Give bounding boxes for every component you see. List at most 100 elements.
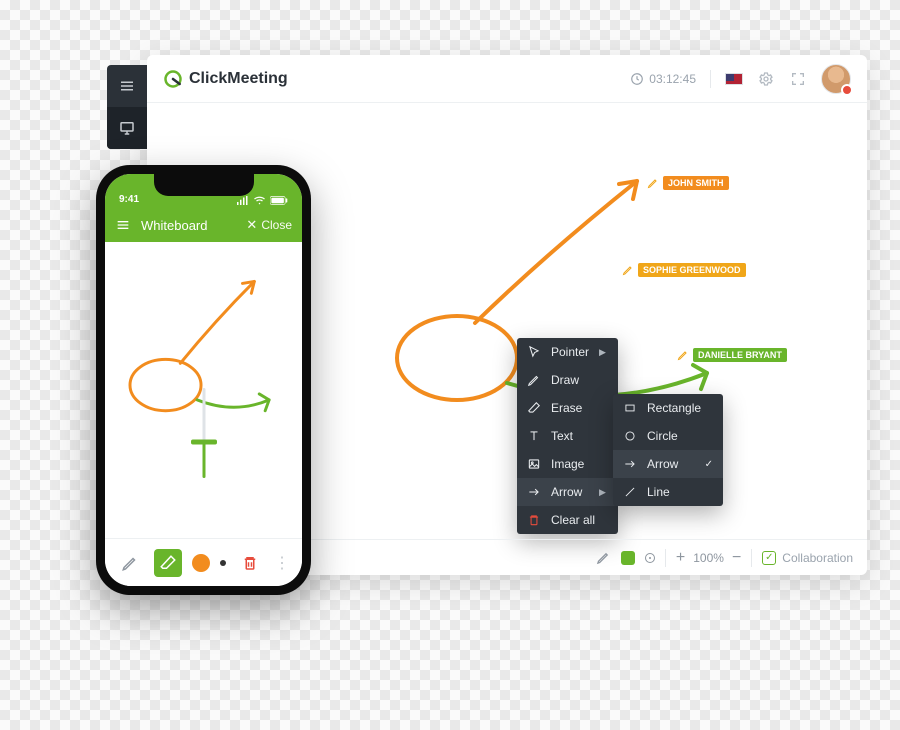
- tool-clear-all[interactable]: Clear all: [517, 506, 618, 534]
- phone-mockup: 9:41 Whiteboard ✕ Close: [96, 165, 311, 595]
- pencil-icon: [677, 349, 689, 361]
- brand-name: ClickMeeting: [189, 70, 288, 88]
- participant-name: JOHN SMITH: [663, 176, 729, 190]
- pencil-icon: [121, 554, 139, 572]
- sidebar-whiteboard-button[interactable]: [107, 107, 147, 149]
- gear-icon: [758, 71, 774, 87]
- phone-more-button[interactable]: ⋮: [274, 553, 291, 573]
- zoom-in-button[interactable]: +: [676, 549, 685, 567]
- phone-stroke-size[interactable]: [220, 560, 226, 566]
- collaboration-label: Collaboration: [782, 551, 853, 565]
- session-timer: 03:12:45: [630, 72, 696, 86]
- participant-label: DANIELLE BRYANT: [677, 348, 787, 362]
- participant-label: JOHN SMITH: [647, 176, 729, 190]
- checkbox-icon: ✓: [762, 551, 776, 565]
- chevron-right-icon: ▶: [599, 487, 606, 498]
- phone-header: Whiteboard ✕ Close: [105, 208, 302, 242]
- timer-value: 03:12:45: [649, 72, 696, 86]
- eraser-icon: [527, 401, 541, 415]
- arrow-icon: [623, 457, 637, 471]
- collaboration-toggle[interactable]: ✓ Collaboration: [762, 551, 853, 565]
- brand: ClickMeeting: [163, 69, 288, 89]
- wifi-icon: [253, 196, 266, 205]
- phone-color-orange[interactable]: [192, 554, 210, 572]
- shape-line[interactable]: Line: [613, 478, 723, 506]
- phone-time: 9:41: [119, 194, 139, 205]
- text-icon: [527, 429, 541, 443]
- sidebar-menu-button[interactable]: [107, 65, 147, 107]
- participant-label: SOPHIE GREENWOOD: [622, 263, 746, 277]
- shape-rectangle[interactable]: Rectangle: [613, 394, 723, 422]
- chevron-right-icon: ▶: [599, 347, 606, 358]
- hamburger-icon: [118, 77, 136, 95]
- battery-icon: [270, 196, 288, 205]
- shape-label: Arrow: [647, 457, 678, 471]
- phone-tool-pencil[interactable]: [116, 549, 144, 577]
- stroke-slider[interactable]: [191, 388, 217, 478]
- close-label: Close: [261, 218, 292, 232]
- phone-notch: [154, 174, 254, 196]
- tool-label: Image: [551, 457, 584, 471]
- tool-label: Clear all: [551, 513, 595, 527]
- image-icon: [527, 457, 541, 471]
- shape-label: Rectangle: [647, 401, 701, 415]
- tool-label: Draw: [551, 373, 579, 387]
- phone-close-button[interactable]: ✕ Close: [246, 217, 292, 233]
- participant-name: SOPHIE GREENWOOD: [638, 263, 746, 277]
- slider-thumb[interactable]: [191, 440, 217, 445]
- zoom-out-button[interactable]: −: [732, 549, 741, 567]
- phone-tool-clear[interactable]: [236, 549, 264, 577]
- shape-submenu: Rectangle Circle Arrow ✓ Line: [613, 394, 723, 506]
- divider: [665, 549, 666, 567]
- draw-tool-button[interactable]: [596, 550, 611, 565]
- tools-menu: Pointer ▶ Draw Erase Text Image Arrow: [517, 338, 618, 534]
- color-picker-button[interactable]: [621, 551, 635, 565]
- settings-button[interactable]: [757, 70, 775, 88]
- arrow-icon: [527, 485, 541, 499]
- phone-header-title: Whiteboard: [141, 218, 246, 233]
- tool-label: Erase: [551, 401, 582, 415]
- tool-erase[interactable]: Erase: [517, 394, 618, 422]
- zoom-value: 100%: [693, 551, 724, 565]
- zoom-controls: + 100% −: [676, 549, 741, 567]
- line-icon: [623, 485, 637, 499]
- signal-icon: [237, 196, 249, 205]
- pencil-icon: [527, 373, 541, 387]
- shape-label: Circle: [647, 429, 678, 443]
- divider: [710, 70, 711, 88]
- tool-pointer[interactable]: Pointer ▶: [517, 338, 618, 366]
- expand-icon: [790, 71, 806, 87]
- tool-draw[interactable]: Draw: [517, 366, 618, 394]
- shape-arrow[interactable]: Arrow ✓: [613, 450, 723, 478]
- stroke-width-button[interactable]: [645, 553, 655, 563]
- phone-whiteboard-canvas[interactable]: [105, 242, 302, 538]
- tool-text[interactable]: Text: [517, 422, 618, 450]
- trash-icon: [241, 554, 259, 572]
- trash-icon: [527, 513, 541, 527]
- fullscreen-button[interactable]: [789, 70, 807, 88]
- phone-tool-eraser[interactable]: [154, 549, 182, 577]
- pencil-icon: [647, 177, 659, 189]
- eraser-icon: [159, 554, 177, 572]
- user-avatar[interactable]: [821, 64, 851, 94]
- divider: [751, 549, 752, 567]
- status-indicator: [841, 84, 853, 96]
- phone-screen: 9:41 Whiteboard ✕ Close: [105, 174, 302, 586]
- pointer-icon: [527, 345, 541, 359]
- mini-sidebar: [107, 65, 147, 149]
- hamburger-icon[interactable]: [115, 217, 131, 233]
- tool-image[interactable]: Image: [517, 450, 618, 478]
- tool-arrow[interactable]: Arrow ▶: [517, 478, 618, 506]
- shape-circle[interactable]: Circle: [613, 422, 723, 450]
- topbar-right: 03:12:45: [630, 64, 851, 94]
- language-flag-us[interactable]: [725, 73, 743, 85]
- topbar: ClickMeeting 03:12:45: [147, 55, 867, 103]
- circle-icon: [623, 429, 637, 443]
- presentation-icon: [118, 119, 136, 137]
- phone-toolbar: ⋮: [105, 538, 302, 586]
- brand-logo-icon: [163, 69, 183, 89]
- close-icon: ✕: [246, 217, 257, 233]
- slider-fill: [202, 442, 205, 478]
- clock-icon: [630, 72, 644, 86]
- tool-label: Pointer: [551, 345, 589, 359]
